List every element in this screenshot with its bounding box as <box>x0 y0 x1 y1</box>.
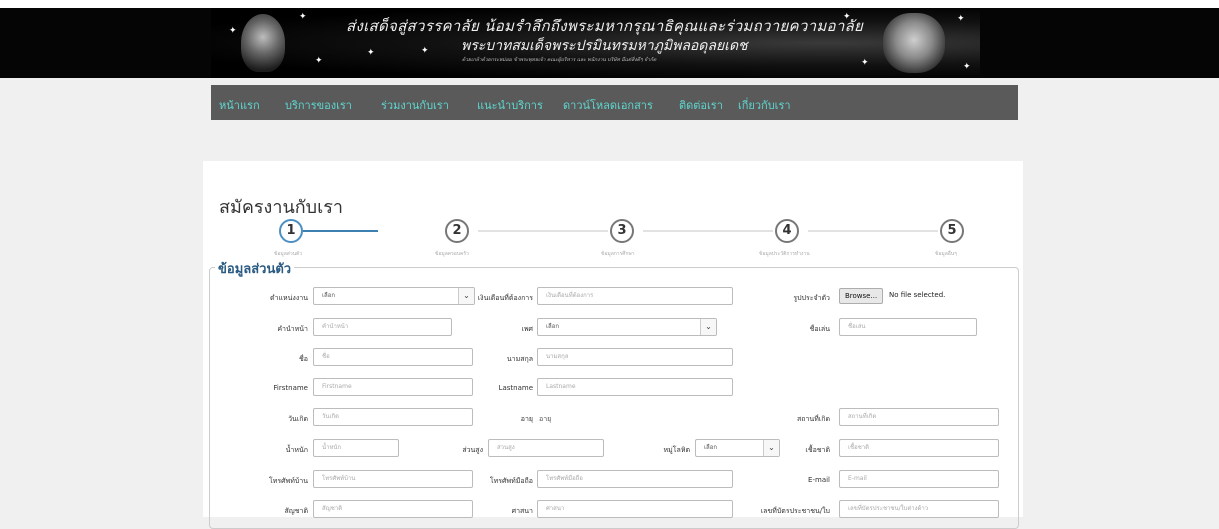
step-1-label: ข้อมูลส่วนตัว <box>274 251 303 257</box>
step-5[interactable]: 5 <box>940 219 964 243</box>
age-label: อายุ <box>520 415 533 423</box>
nav-item-contact[interactable]: ติดต่อเรา <box>679 96 723 114</box>
sparkle-icon: ✦ <box>421 46 429 56</box>
height-input[interactable]: ส่วนสูง <box>488 439 604 457</box>
email-input[interactable]: E-mail <box>839 470 999 488</box>
banner-image: ✦ ✦ ✦ ✦ ✦ ✦ ✦ ✦ ✦ ส่งเสด็จสู่สวรรคาลัย น… <box>211 8 980 78</box>
email-label: E-mail <box>808 476 830 484</box>
royal-emblem-icon <box>241 14 285 72</box>
step-4-label: ข้อมูลประวัติการทำงาน <box>759 251 810 257</box>
chevron-down-icon: ⌄ <box>763 440 779 456</box>
nickname-label: ชื่อเล่น <box>809 325 830 333</box>
lastname-label: Lastname <box>498 384 533 392</box>
firstname-label: Firstname <box>273 384 308 392</box>
blood-label: หมู่โลหิต <box>663 446 690 454</box>
section-title: ข้อมูลส่วนตัว <box>215 258 295 279</box>
main-nav: หน้าแรก บริการของเรา ร่วมงานกับเรา แนะนำ… <box>211 85 1018 120</box>
gender-selected-value: เลือก <box>546 323 559 330</box>
banner-tribute-line3: ด้วยเกล้าด้วยกระหม่อม ข้าพระพุทธเจ้า คณะ… <box>462 57 657 63</box>
sparkle-icon: ✦ <box>229 26 237 36</box>
nav-item-home[interactable]: หน้าแรก <box>219 96 260 114</box>
step-3-label: ข้อมูลการศึกษา <box>601 251 635 257</box>
step-3[interactable]: 3 <box>610 219 634 243</box>
sparkle-icon: ✦ <box>315 56 323 66</box>
step-4[interactable]: 4 <box>775 219 799 243</box>
birthplace-input[interactable]: สถานที่เกิด <box>839 408 999 426</box>
birthdate-label: วันเกิด <box>288 415 308 423</box>
mobile-label: โทรศัพท์มือถือ <box>489 477 533 485</box>
photo-label: รูปประจำตัว <box>793 294 830 302</box>
sparkle-icon: ✦ <box>963 62 971 72</box>
birthplace-label: สถานที่เกิด <box>796 415 830 423</box>
idcard-label: เลขที่บัตรประชาชน/ใบ <box>760 507 830 515</box>
sparkle-icon: ✦ <box>957 14 965 24</box>
salary-label: เงินเดือนที่ต้องการ <box>477 294 533 302</box>
step-connector <box>478 230 608 232</box>
nav-item-services[interactable]: บริการของเรา <box>285 96 352 114</box>
nav-item-careers[interactable]: ร่วมงานกับเรา <box>381 96 449 114</box>
name-label: ชื่อ <box>299 355 308 363</box>
personal-info-fieldset <box>209 267 1019 529</box>
religion-input[interactable]: ศาสนา <box>537 500 733 518</box>
top-border <box>0 0 1219 8</box>
step-connector <box>808 230 938 232</box>
page-title: สมัครงานกับเรา <box>219 197 344 217</box>
idcard-input[interactable]: เลขที่บัตรประชาชน/ใบต่างด้าว <box>839 500 999 518</box>
banner-tribute-line2: พระบาทสมเด็จพระปรมินทรมหาภูมิพลอดุลยเดช <box>461 38 748 54</box>
browse-button[interactable]: Browse... <box>839 288 884 304</box>
step-5-label: ข้อมูลอื่นๆ <box>935 251 957 257</box>
nickname-input[interactable]: ชื่อเล่น <box>839 318 977 336</box>
file-status: No file selected. <box>889 291 946 299</box>
blood-type-select[interactable]: เลือก ⌄ <box>695 439 780 457</box>
height-label: ส่วนสูง <box>462 446 483 454</box>
home-phone-input[interactable]: โทรศัพท์บ้าน <box>313 470 473 488</box>
prefix-label: คำนำหน้า <box>277 325 308 333</box>
salary-input[interactable]: เงินเดือนที่ต้องการ <box>537 287 733 305</box>
sparkle-icon: ✦ <box>299 12 307 22</box>
surname-input[interactable]: นามสกุล <box>537 348 733 366</box>
weight-label: น้ำหนัก <box>285 446 308 454</box>
step-2-label: ข้อมูลครอบครัว <box>435 251 469 257</box>
mobile-input[interactable]: โทรศัพท์มือถือ <box>537 470 733 488</box>
firstname-input[interactable]: Firstname <box>313 378 473 396</box>
birthdate-input[interactable]: วันเกิด <box>313 408 473 426</box>
position-selected-value: เลือก <box>322 292 335 299</box>
age-value: อายุ <box>539 415 552 423</box>
royal-portrait <box>883 13 945 73</box>
sparkle-icon: ✦ <box>861 58 869 68</box>
race-input[interactable]: เชื้อชาติ <box>839 439 999 457</box>
position-label: ตำแหน่งงาน <box>270 294 308 302</box>
sparkle-icon: ✦ <box>367 48 375 58</box>
prefix-input[interactable]: คำนำหน้า <box>313 318 452 336</box>
gender-label: เพศ <box>521 325 533 333</box>
surname-label: นามสกุล <box>506 355 533 363</box>
blood-type-selected-value: เลือก <box>704 444 717 451</box>
name-input[interactable]: ชื่อ <box>313 348 473 366</box>
step-1[interactable]: 1 <box>279 219 303 243</box>
chevron-down-icon: ⌄ <box>458 288 474 304</box>
position-select[interactable]: เลือก ⌄ <box>313 287 475 305</box>
step-connector <box>303 230 378 232</box>
gender-select[interactable]: เลือก ⌄ <box>537 318 717 336</box>
home-phone-label: โทรศัพท์บ้าน <box>269 477 308 485</box>
step-2[interactable]: 2 <box>445 219 469 243</box>
nationality-input[interactable]: สัญชาติ <box>313 500 473 518</box>
religion-label: ศาสนา <box>511 507 533 515</box>
application-card: สมัครงานกับเรา 1 2 3 4 5 ข้อมูลส่วนตัว ข… <box>203 161 1023 529</box>
banner: ✦ ✦ ✦ ✦ ✦ ✦ ✦ ✦ ✦ ส่งเสด็จสู่สวรรคาลัย น… <box>0 8 1219 78</box>
lastname-input[interactable]: Lastname <box>537 378 733 396</box>
nationality-label: สัญชาติ <box>284 507 308 515</box>
race-label: เชื้อชาติ <box>805 446 830 454</box>
weight-input[interactable]: น้ำหนัก <box>313 439 399 457</box>
chevron-down-icon: ⌄ <box>700 319 716 335</box>
nav-item-downloads[interactable]: ดาวน์โหลดเอกสาร <box>563 96 653 114</box>
nav-item-recommend[interactable]: แนะนำบริการ <box>477 96 543 114</box>
step-connector <box>643 230 773 232</box>
nav-item-about[interactable]: เกี่ยวกับเรา <box>738 96 791 114</box>
